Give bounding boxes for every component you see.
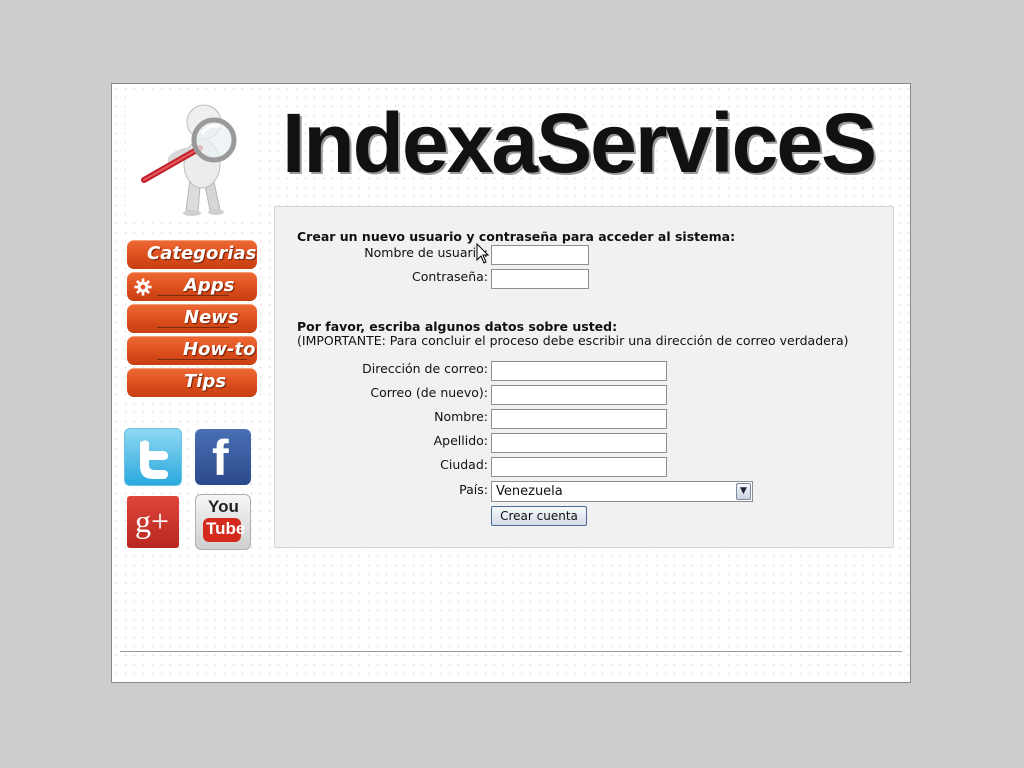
password-field[interactable]	[491, 269, 589, 289]
country-select[interactable]: Venezuela ▼	[491, 481, 753, 502]
chevron-down-icon[interactable]: ▼	[736, 483, 751, 500]
nav-item-label: News	[184, 307, 239, 328]
nav-item-label: Apps	[184, 275, 235, 296]
first-name-label: Nombre:	[434, 409, 488, 424]
city-field[interactable]	[491, 457, 667, 477]
personal-heading: Por favor, escriba algunos datos sobre u…	[297, 319, 618, 334]
google-plus-icon[interactable]: g+	[127, 496, 179, 548]
logo-magnifier-figure	[126, 92, 254, 220]
gear-icon	[134, 278, 152, 296]
nav-item-categorias[interactable]: Categorias	[127, 240, 257, 269]
sidebar-nav: Categorias Apps News How-to Tips	[127, 240, 257, 400]
country-selected-value: Venezuela	[496, 484, 563, 499]
last-name-field[interactable]	[491, 433, 667, 453]
youtube-icon[interactable]: You Tube	[195, 494, 251, 550]
nav-underline	[157, 359, 247, 360]
important-note: (IMPORTANTE: Para concluir el proceso de…	[297, 333, 849, 348]
username-label: Nombre de usuario:	[364, 245, 488, 260]
nav-underline	[157, 327, 229, 328]
social-links: f g+ You Tube	[124, 428, 264, 554]
email-again-label: Correo (de nuevo):	[370, 385, 488, 400]
nav-item-apps[interactable]: Apps	[127, 272, 257, 301]
email-again-field[interactable]	[491, 385, 667, 405]
city-label: Ciudad:	[440, 457, 488, 472]
nav-item-how-to[interactable]: How-to	[127, 336, 257, 365]
nav-item-label: Tips	[184, 371, 227, 392]
page-container: IndexaServiceS Categorias Apps News How-…	[111, 83, 911, 683]
footer-divider	[120, 651, 902, 652]
email-label: Dirección de correo:	[362, 361, 488, 376]
nav-item-tips[interactable]: Tips	[127, 368, 257, 397]
youtube-tube-label: Tube	[206, 519, 246, 538]
email-field[interactable]	[491, 361, 667, 381]
username-field[interactable]	[491, 245, 589, 265]
twitter-icon[interactable]	[124, 428, 182, 486]
nav-item-news[interactable]: News	[127, 304, 257, 333]
google-plus-glyph: g+	[135, 503, 170, 539]
magnifier-figure-icon	[141, 104, 237, 216]
first-name-field[interactable]	[491, 409, 667, 429]
create-account-button[interactable]: Crear cuenta	[491, 506, 587, 526]
account-heading: Crear un nuevo usuario y contraseña para…	[297, 229, 736, 244]
country-label: País:	[459, 482, 488, 497]
youtube-you: You	[208, 497, 239, 516]
last-name-label: Apellido:	[433, 433, 488, 448]
site-title: IndexaServiceS	[282, 96, 877, 190]
nav-item-label: Categorias	[147, 243, 257, 264]
nav-underline	[157, 295, 229, 296]
password-label: Contraseña:	[412, 269, 488, 284]
registration-form: Crear un nuevo usuario y contraseña para…	[274, 206, 894, 548]
nav-item-label: How-to	[183, 339, 256, 360]
facebook-glyph: f	[212, 430, 229, 485]
facebook-icon[interactable]: f	[195, 429, 251, 485]
